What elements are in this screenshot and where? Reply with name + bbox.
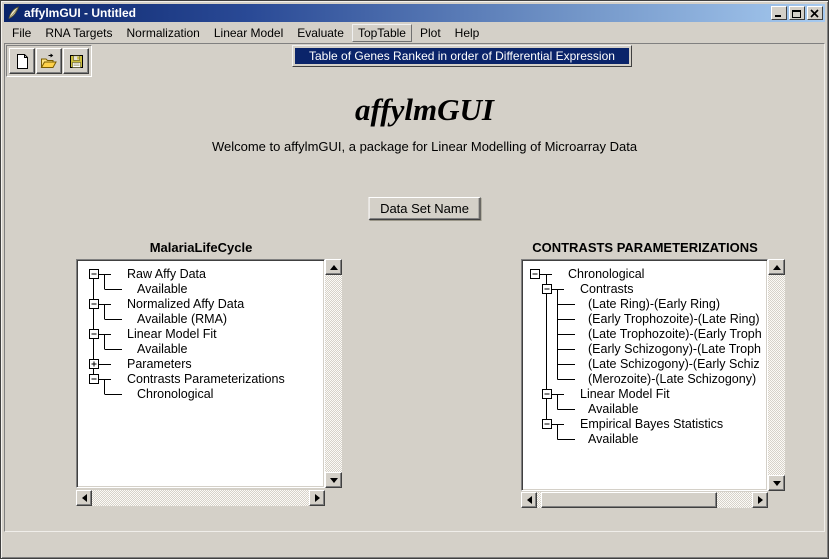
right-tree-horizontal-scrollbar[interactable] [521,492,768,508]
tree-node[interactable]: Parameters [127,357,192,372]
left-tree-title: MalariaLifeCycle [150,240,253,255]
menu-item-plot[interactable]: Plot [414,24,447,42]
arrow-right-icon [315,494,320,502]
right-tree-title: CONTRASTS PARAMETERIZATIONS [532,240,758,255]
title-bar[interactable]: affylmGUI - Untitled [4,4,825,22]
tree-node[interactable]: Empirical Bayes Statistics [580,417,723,432]
arrow-up-icon [773,265,781,270]
save-file-button[interactable] [63,48,89,74]
open-folder-icon [40,53,58,70]
scroll-down-button[interactable] [325,472,342,488]
menu-item-rna-targets[interactable]: RNA Targets [39,24,118,42]
tree-node[interactable]: Available [588,402,639,417]
tree-node[interactable]: (Late Ring)-(Early Ring) [588,297,720,312]
tree-node[interactable]: Raw Affy Data [127,267,206,282]
scrollbar-track[interactable] [537,492,752,508]
menu-bar: File RNA Targets Normalization Linear Mo… [5,22,824,43]
tree-node[interactable]: Linear Model Fit [580,387,670,402]
window-title: affylmGUI - Untitled [24,6,136,20]
arrow-down-icon [773,481,781,486]
new-file-button[interactable] [9,48,35,74]
new-document-icon [14,53,31,70]
menu-item-toptable[interactable]: TopTable [352,24,412,42]
tree-node[interactable]: (Early Trophozoite)-(Late Ring) [588,312,760,327]
scroll-up-button[interactable] [768,259,785,275]
app-title: affylmGUI [355,92,494,128]
scrollbar-track[interactable] [768,275,785,475]
maximize-icon [792,9,802,18]
app-window: affylmGUI - Untitled File RNA Targets No… [0,0,829,559]
left-tree[interactable]: Raw Affy Data Available Normalized Affy … [76,259,325,488]
floppy-disk-icon [68,53,85,70]
arrow-down-icon [330,478,338,483]
tree-node[interactable]: (Merozoite)-(Late Schizogony) [588,372,756,387]
tree-node[interactable]: Available [137,282,188,297]
scroll-up-button[interactable] [325,259,342,275]
tree-node[interactable]: Normalized Affy Data [127,297,244,312]
close-icon [810,9,820,18]
toolbar [6,45,92,77]
tree-node[interactable]: Available [137,342,188,357]
minimize-icon [774,9,784,18]
tree-node[interactable]: Contrasts [580,282,634,297]
feather-icon[interactable] [7,6,20,20]
arrow-left-icon [527,496,532,504]
main-content-frame: Table of Genes Ranked in order of Differ… [4,43,825,532]
menu-item-evaluate[interactable]: Evaluate [291,24,350,42]
scroll-down-button[interactable] [768,475,785,491]
menu-item-normalization[interactable]: Normalization [121,24,206,42]
scroll-right-button[interactable] [752,492,768,508]
menu-item-help[interactable]: Help [449,24,486,42]
scroll-left-button[interactable] [521,492,537,508]
toptable-dropdown-menu: Table of Genes Ranked in order of Differ… [292,45,632,67]
menu-item-linear-model[interactable]: Linear Model [208,24,289,42]
window-bottom-margin [4,533,825,555]
scrollbar-track[interactable] [325,275,342,472]
right-tree-vertical-scrollbar[interactable] [768,259,785,491]
tree-node[interactable]: (Late Trophozoite)-(Early Troph [588,327,762,342]
scrollbar-track[interactable] [92,490,309,506]
scroll-left-button[interactable] [76,490,92,506]
tree-node[interactable]: Contrasts Parameterizations [127,372,285,387]
data-set-name-button[interactable]: Data Set Name [368,197,481,220]
arrow-left-icon [82,494,87,502]
tree-node[interactable]: Chronological [568,267,644,282]
tree-node[interactable]: Available [588,432,639,447]
scrollbar-thumb[interactable] [541,492,717,508]
close-button[interactable] [807,6,823,20]
tree-node[interactable]: (Early Schizogony)-(Late Troph [588,342,761,357]
welcome-text: Welcome to affylmGUI, a package for Line… [212,139,637,154]
left-tree-horizontal-scrollbar[interactable] [76,490,325,506]
arrow-right-icon [758,496,763,504]
tree-node[interactable]: Available (RMA) [137,312,227,327]
menu-item-file[interactable]: File [6,24,37,42]
arrow-up-icon [330,265,338,270]
menu-item-table-of-genes[interactable]: Table of Genes Ranked in order of Differ… [295,48,629,64]
open-file-button[interactable] [36,48,62,74]
scroll-right-button[interactable] [309,490,325,506]
maximize-button[interactable] [789,6,805,20]
tree-node[interactable]: Linear Model Fit [127,327,217,342]
minimize-button[interactable] [771,6,787,20]
left-tree-vertical-scrollbar[interactable] [325,259,342,488]
tree-node[interactable]: Chronological [137,387,213,402]
tree-node[interactable]: (Late Schizogony)-(Early Schiz [588,357,760,372]
right-tree[interactable]: Chronological Contrasts (Late Ring)-(Ear… [521,259,768,491]
